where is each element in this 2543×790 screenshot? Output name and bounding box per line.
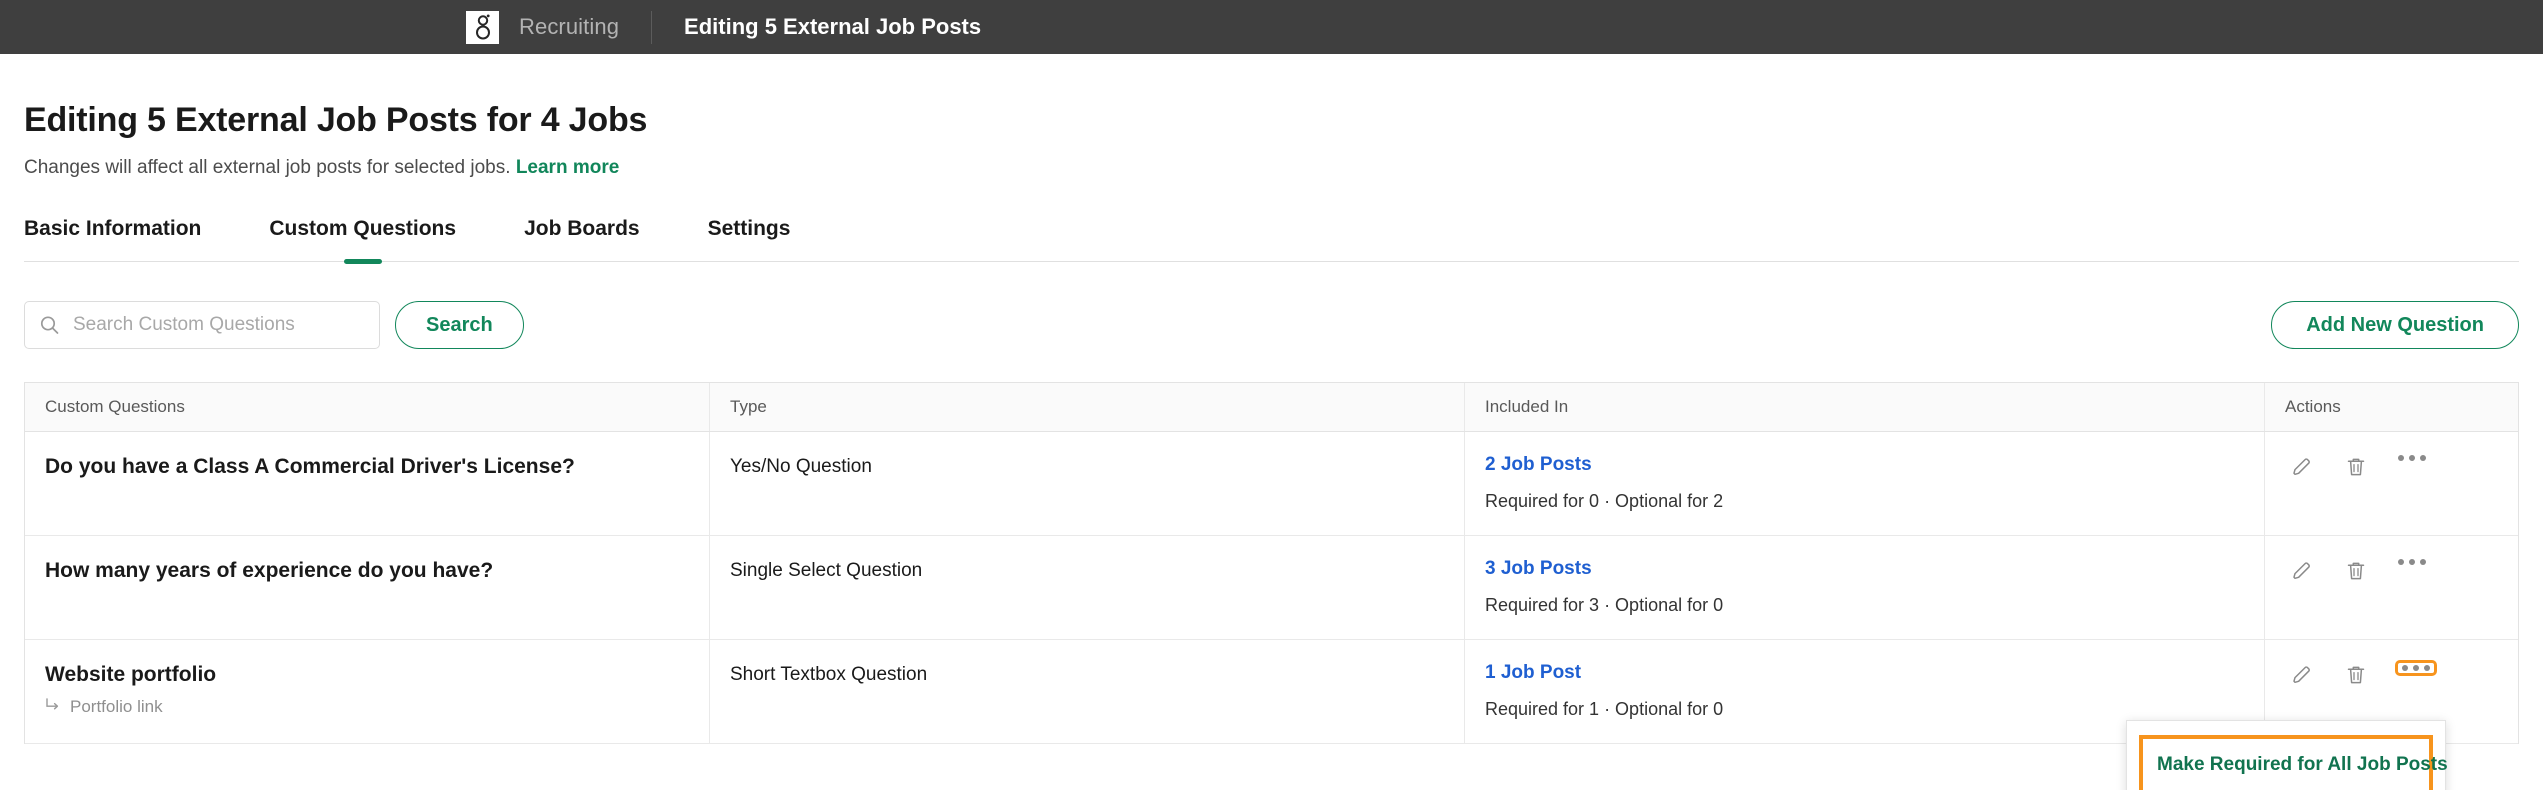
add-new-question-button[interactable]: Add New Question: [2271, 301, 2519, 349]
topbar-divider: [651, 10, 653, 44]
column-header-custom-questions: Custom Questions: [25, 383, 710, 431]
custom-questions-table: Custom Questions Type Included In Action…: [24, 382, 2519, 790]
search-button[interactable]: Search: [395, 301, 524, 349]
tab-job-boards[interactable]: Job Boards: [524, 217, 640, 261]
trash-icon[interactable]: [2341, 660, 2371, 690]
brand-label: Recruiting: [519, 14, 620, 39]
pencil-icon[interactable]: [2287, 452, 2317, 482]
search-field-wrapper: [24, 301, 380, 349]
type-cell: Yes/No Question: [710, 432, 1465, 535]
trash-icon[interactable]: [2341, 452, 2371, 482]
included-in-cell: 3 Job Posts Required for 3 · Optional fo…: [1465, 536, 2265, 639]
question-subitem: Portfolio link: [45, 697, 689, 717]
more-options-dots: [2398, 559, 2426, 565]
job-posts-link[interactable]: 1 Job Post: [1485, 662, 2244, 684]
question-title: Website portfolio: [45, 663, 217, 686]
column-header-included-in: Included In: [1465, 383, 2265, 431]
question-type: Short Textbox Question: [730, 664, 928, 685]
topbar-page-title: Editing 5 External Job Posts: [684, 14, 982, 39]
actions-cell: Make Required for All Job Posts Make Opt…: [2126, 640, 2518, 790]
question-cell: How many years of experience do you have…: [25, 536, 710, 639]
table-row: Website portfolio Portfolio link Short T…: [25, 640, 2518, 790]
subitem-label: Portfolio link: [70, 697, 163, 717]
actions-cell: [2265, 536, 2518, 639]
top-navigation-bar: Recruiting Editing 5 External Job Posts: [0, 0, 2543, 54]
type-cell: Short Textbox Question: [710, 640, 1465, 743]
menu-item-make-required[interactable]: Make Required for All Job Posts: [2151, 745, 2448, 785]
learn-more-link[interactable]: Learn more: [516, 157, 619, 178]
question-type: Single Select Question: [730, 560, 923, 581]
page-subtitle: Changes will affect all external job pos…: [24, 157, 2519, 179]
page-content: Editing 5 External Job Posts for 4 Jobs …: [0, 101, 2543, 790]
more-options-icon[interactable]: [2395, 452, 2429, 464]
column-header-actions: Actions: [2285, 397, 2341, 416]
job-posts-link[interactable]: 3 Job Posts: [1485, 558, 2244, 580]
toolbar: Search Add New Question: [24, 300, 2519, 350]
tab-bar: Basic Information Custom Questions Job B…: [24, 217, 2519, 262]
pencil-icon[interactable]: [2287, 556, 2317, 586]
type-cell: Single Select Question: [710, 536, 1465, 639]
page-title: Editing 5 External Job Posts for 4 Jobs: [24, 101, 648, 139]
required-optional-meta: Required for 3 · Optional for 0: [1485, 595, 1724, 615]
column-header-type: Type: [710, 383, 1465, 431]
dropdown-highlight-box: Make Required for All Job Posts Make Opt…: [2139, 735, 2448, 790]
table-row: Do you have a Class A Commercial Driver'…: [25, 432, 2518, 536]
included-in-cell: 2 Job Posts Required for 0 · Optional fo…: [1465, 432, 2265, 535]
greenhouse-g-logo-icon[interactable]: [466, 10, 499, 44]
question-cell: Do you have a Class A Commercial Driver'…: [25, 432, 710, 535]
more-options-dots: [2398, 455, 2426, 461]
required-optional-meta: Required for 1 · Optional for 0: [1485, 699, 1724, 719]
question-type: Yes/No Question: [730, 456, 872, 477]
tab-custom-questions[interactable]: Custom Questions: [269, 217, 456, 261]
question-cell: Website portfolio Portfolio link: [25, 640, 710, 743]
more-options-dropdown: Make Required for All Job Posts Make Opt…: [2126, 720, 2448, 790]
job-posts-link[interactable]: 2 Job Posts: [1485, 454, 2244, 476]
pencil-icon[interactable]: [2287, 660, 2317, 690]
menu-item-make-optional[interactable]: Make Optional for All Job Posts: [2151, 785, 2421, 790]
table-row: How many years of experience do you have…: [25, 536, 2518, 640]
subitem-arrow-icon: [45, 697, 61, 717]
required-optional-meta: Required for 0 · Optional for 2: [1485, 491, 1724, 511]
question-title: How many years of experience do you have…: [45, 559, 494, 582]
search-input[interactable]: [24, 301, 380, 349]
more-options-icon[interactable]: [2395, 660, 2437, 676]
more-options-dots: [2402, 665, 2430, 671]
trash-icon[interactable]: [2341, 556, 2371, 586]
more-options-icon[interactable]: [2395, 556, 2429, 568]
actions-cell: [2265, 432, 2518, 535]
page-subtitle-text: Changes will affect all external job pos…: [24, 157, 511, 178]
tab-basic-information[interactable]: Basic Information: [24, 217, 201, 261]
table-header-row: Custom Questions Type Included In Action…: [25, 383, 2518, 432]
tab-settings[interactable]: Settings: [708, 217, 791, 261]
question-title: Do you have a Class A Commercial Driver'…: [45, 455, 575, 478]
